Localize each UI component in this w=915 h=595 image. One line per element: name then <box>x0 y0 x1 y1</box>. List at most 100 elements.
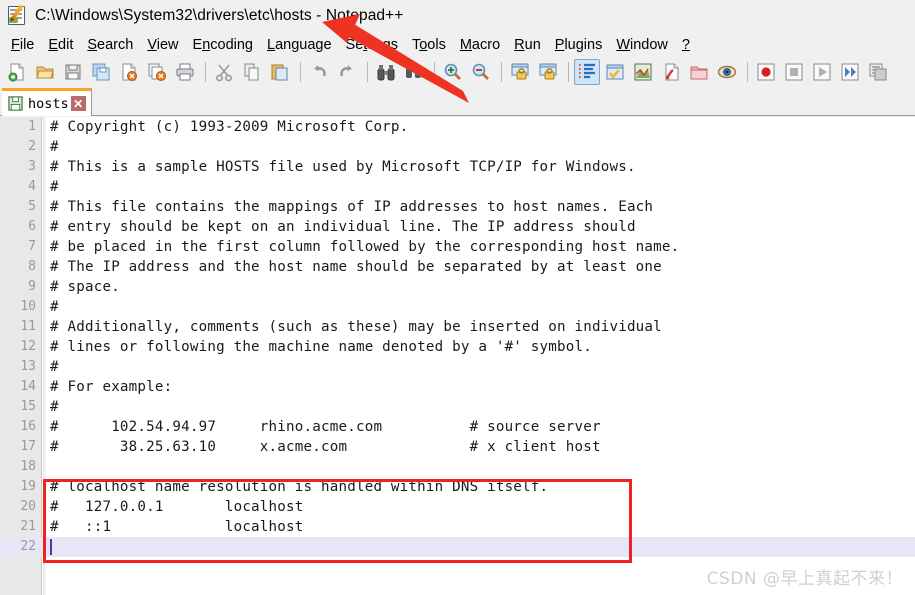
close-icon[interactable]: ✕ <box>70 96 86 111</box>
new-file-icon[interactable] <box>4 59 30 85</box>
stop-macro-icon[interactable] <box>781 59 807 85</box>
code-line[interactable]: 1 # Copyright (c) 1993-2009 Microsoft Cor… <box>0 117 915 137</box>
record-macro-icon[interactable] <box>753 59 779 85</box>
undo-arrow-icon[interactable] <box>306 59 332 85</box>
code-line[interactable]: 21 # ::1 localhost <box>0 517 915 537</box>
code-line[interactable]: 20 # 127.0.0.1 localhost <box>0 497 915 517</box>
code-line[interactable]: 19 # localhost name resolution is handled… <box>0 477 915 497</box>
menu-settings[interactable]: Settings <box>339 35 405 55</box>
zoom-out-icon[interactable] <box>468 59 494 85</box>
save-icon[interactable] <box>60 59 86 85</box>
show-indent-guide-icon[interactable] <box>630 59 656 85</box>
menu-file[interactable]: File <box>4 35 41 55</box>
line-number: 16 <box>20 419 36 434</box>
menu-view[interactable]: View <box>140 35 185 55</box>
line-number: 10 <box>20 299 36 314</box>
code-line[interactable]: 15 # <box>0 397 915 417</box>
menu-window[interactable]: Window <box>609 35 675 55</box>
menu-macro-label: acro <box>471 36 501 53</box>
menu-encoding-label: coding <box>210 36 253 53</box>
line-text: # <box>50 359 59 375</box>
line-text: # <box>50 179 59 195</box>
menu-edit[interactable]: Edit <box>41 35 80 55</box>
code-line[interactable]: 18 <box>0 457 915 477</box>
user-defined-dialog-icon[interactable] <box>658 59 684 85</box>
menu-bar: File Edit Search View Encoding Language … <box>0 32 915 57</box>
line-number: 12 <box>20 339 36 354</box>
cut-scissors-icon[interactable] <box>211 59 237 85</box>
line-number: 4 <box>28 179 36 194</box>
line-number: 20 <box>20 499 36 514</box>
code-line[interactable]: 6 # entry should be kept on an individual… <box>0 217 915 237</box>
line-number: 8 <box>28 259 36 274</box>
code-line[interactable]: 16 # 102.54.94.97 rhino.acme.com # source… <box>0 417 915 437</box>
menu-run-label: un <box>524 36 541 53</box>
code-line[interactable]: 11 # Additionally, comments (such as thes… <box>0 317 915 337</box>
line-number: 21 <box>20 519 36 534</box>
menu-language[interactable]: Language <box>260 35 339 55</box>
line-text: # This is a sample HOSTS file used by Mi… <box>50 159 636 175</box>
save-macro-icon[interactable] <box>865 59 891 85</box>
line-number: 15 <box>20 399 36 414</box>
code-line[interactable]: 10 # <box>0 297 915 317</box>
line-text: # Copyright (c) 1993-2009 Microsoft Corp… <box>50 119 409 135</box>
toolbar-separator <box>568 62 569 82</box>
menu-macro[interactable]: Macro <box>453 35 507 55</box>
sync-horizontal-scroll-icon[interactable] <box>535 59 561 85</box>
close-all-files-icon[interactable] <box>144 59 170 85</box>
code-line[interactable]: 5 # This file contains the mappings of IP… <box>0 197 915 217</box>
code-line[interactable]: 3 # This is a sample HOSTS file used by M… <box>0 157 915 177</box>
menu-help[interactable]: ? <box>675 35 697 55</box>
sync-vertical-scroll-icon[interactable] <box>507 59 533 85</box>
code-line[interactable]: 14 # For example: <box>0 377 915 397</box>
code-line[interactable]: 9 # space. <box>0 277 915 297</box>
menu-plugins-label: lugins <box>564 36 603 53</box>
line-text: # ::1 localhost <box>50 519 304 535</box>
replace-icon[interactable] <box>401 59 427 85</box>
play-macro-icon[interactable] <box>809 59 835 85</box>
code-line[interactable]: 12 # lines or following the machine name … <box>0 337 915 357</box>
menu-view-label: iew <box>156 36 179 53</box>
line-number: 11 <box>20 319 36 334</box>
print-icon[interactable] <box>172 59 198 85</box>
folder-as-workspace-icon[interactable] <box>686 59 712 85</box>
menu-run[interactable]: Run <box>507 35 548 55</box>
toolbar-separator <box>300 62 301 82</box>
line-text: # space. <box>50 279 120 295</box>
code-line[interactable]: 2 # <box>0 137 915 157</box>
line-number: 22 <box>20 539 36 554</box>
run-macro-multiple-icon[interactable] <box>837 59 863 85</box>
menu-plugins[interactable]: Plugins <box>548 35 610 55</box>
show-all-characters-icon[interactable] <box>602 59 628 85</box>
close-file-icon[interactable] <box>116 59 142 85</box>
line-text: # For example: <box>50 379 173 395</box>
code-text-area[interactable]: 1 # Copyright (c) 1993-2009 Microsoft Cor… <box>0 117 915 595</box>
line-text: # <box>50 299 59 315</box>
line-text: # This file contains the mappings of IP … <box>50 199 654 215</box>
toolbar-separator <box>747 62 748 82</box>
code-line[interactable]: 8 # The IP address and the host name shou… <box>0 257 915 277</box>
paste-icon[interactable] <box>267 59 293 85</box>
open-folder-icon[interactable] <box>32 59 58 85</box>
editor-area[interactable]: 1 # Copyright (c) 1993-2009 Microsoft Cor… <box>0 117 915 595</box>
tab-hosts[interactable]: hosts ✕ <box>2 88 92 116</box>
code-line[interactable]: 17 # 38.25.63.10 x.acme.com # x client ho… <box>0 437 915 457</box>
code-line[interactable]: 4 # <box>0 177 915 197</box>
menu-encoding[interactable]: Encoding <box>186 35 260 55</box>
word-wrap-icon[interactable] <box>574 59 600 85</box>
line-number: 18 <box>20 459 36 474</box>
redo-arrow-icon[interactable] <box>334 59 360 85</box>
menu-file-label: ile <box>19 36 35 53</box>
line-number: 1 <box>28 119 36 134</box>
monitoring-eye-icon[interactable] <box>714 59 740 85</box>
zoom-in-icon[interactable] <box>440 59 466 85</box>
code-line[interactable]: 22 <box>0 537 915 557</box>
find-binoculars-icon[interactable] <box>373 59 399 85</box>
copy-icon[interactable] <box>239 59 265 85</box>
code-line[interactable]: 13 # <box>0 357 915 377</box>
save-all-icon[interactable] <box>88 59 114 85</box>
menu-search[interactable]: Search <box>80 35 140 55</box>
menu-tools[interactable]: Tools <box>405 35 453 55</box>
code-line[interactable]: 7 # be placed in the first column followe… <box>0 237 915 257</box>
line-text: # Additionally, comments (such as these)… <box>50 319 662 335</box>
